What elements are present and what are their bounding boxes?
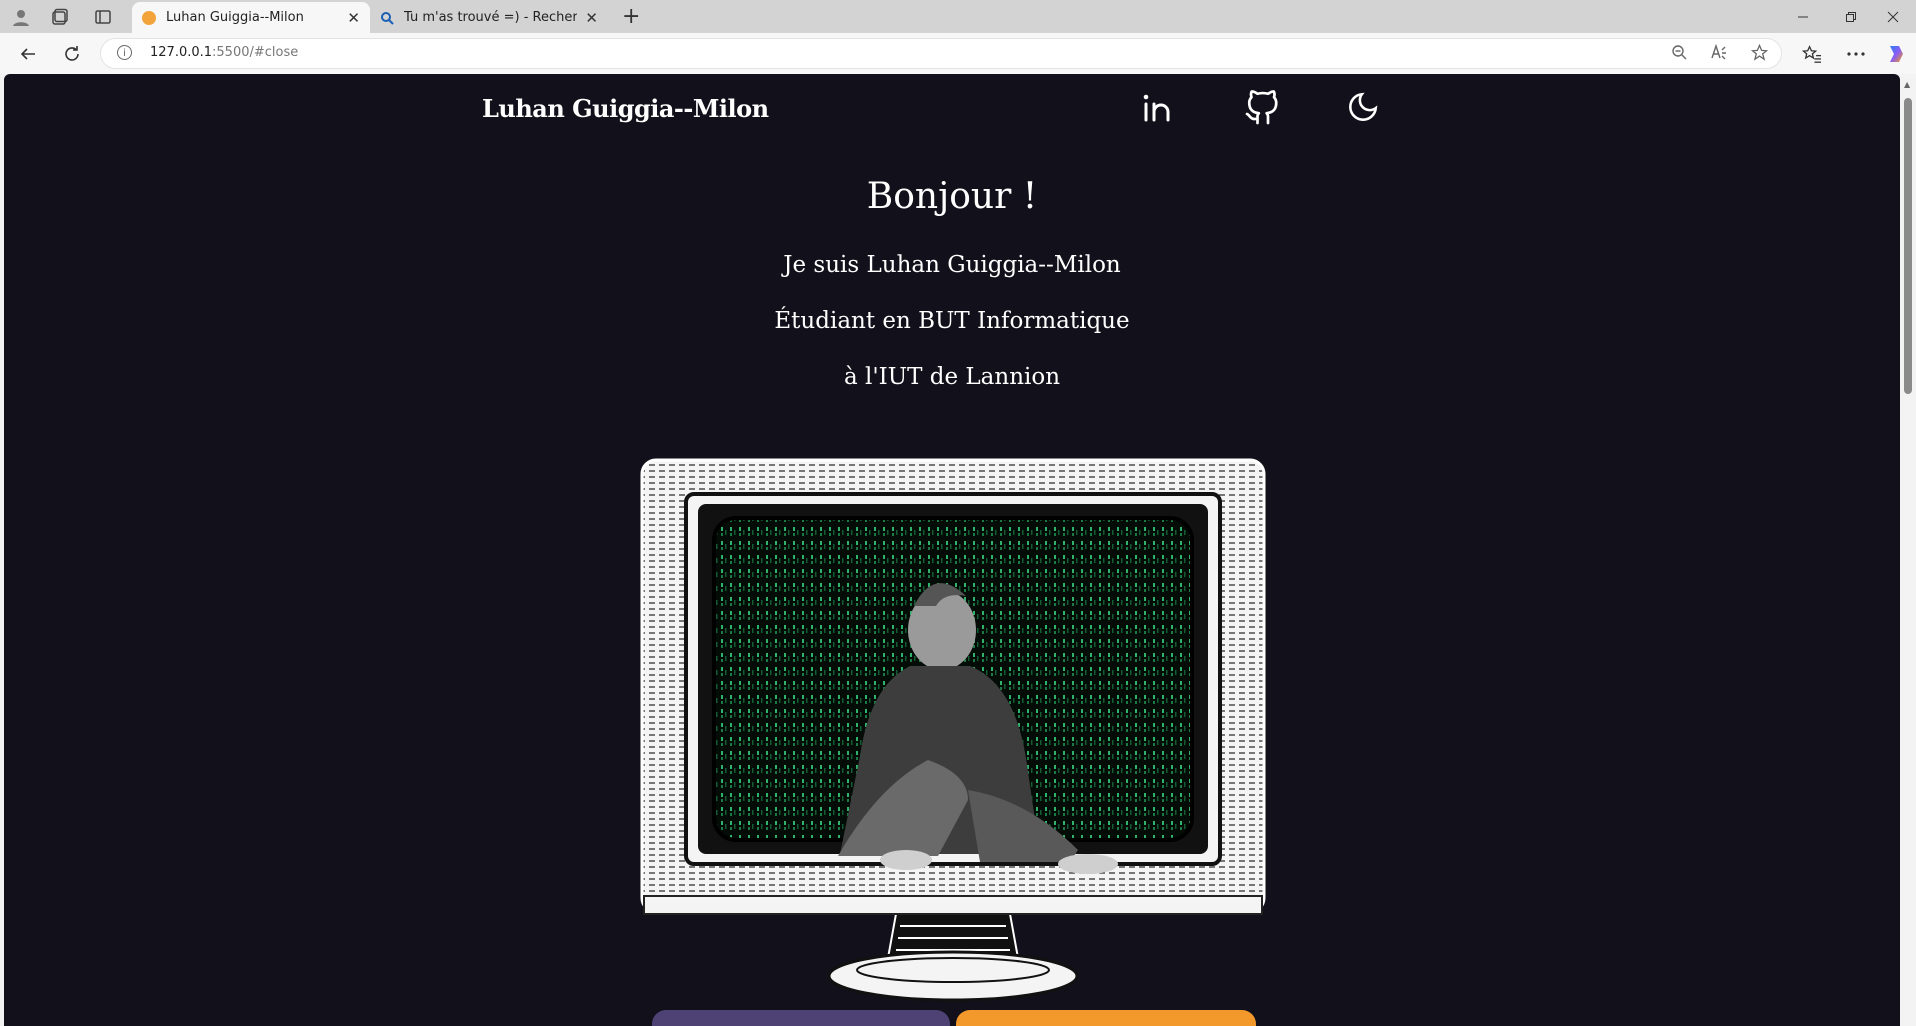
address-bar[interactable]: i 127.0.0.1:5500/#close [100, 38, 1782, 69]
site-favicon [142, 10, 156, 25]
more-options-icon[interactable] [1842, 41, 1870, 67]
copilot-icon[interactable] [1882, 41, 1910, 67]
tab-search[interactable]: Tu m'as trouvé =) - Recherche ✕ [370, 2, 608, 33]
hero-school: à l'IUT de Lannion [843, 364, 1061, 390]
close-tab-icon[interactable]: ✕ [585, 9, 598, 27]
tab-portfolio[interactable]: Luhan Guiggia--Milon ✕ [132, 2, 370, 33]
back-icon[interactable] [14, 41, 42, 67]
site-brand[interactable]: Luhan Guiggia--Milon [482, 94, 769, 123]
github-icon[interactable] [1244, 90, 1280, 126]
web-page: Luhan Guiggia--Milon Bonjour ! Je suis L… [4, 74, 1900, 1026]
read-aloud-icon[interactable] [1711, 43, 1729, 64]
hero-title: Bonjour ! [866, 176, 1038, 217]
url-path: :5500/#close [212, 45, 299, 60]
new-tab-button[interactable]: + [622, 4, 640, 30]
minimize-icon[interactable] [1780, 0, 1826, 33]
tab-title: Luhan Guiggia--Milon [166, 10, 304, 25]
close-window-icon[interactable] [1870, 0, 1916, 33]
workspaces-icon[interactable] [46, 4, 76, 30]
moon-icon[interactable] [1346, 90, 1382, 126]
linkedin-icon[interactable] [1140, 90, 1176, 126]
primary-button[interactable] [652, 1010, 950, 1026]
url-host: 127.0.0.1 [150, 45, 213, 60]
tab-actions-icon[interactable] [88, 4, 118, 30]
site-info-icon[interactable]: i [117, 45, 132, 60]
hero-study: Étudiant en BUT Informatique [774, 308, 1130, 334]
scroll-up-icon[interactable]: ▲ [1904, 80, 1910, 89]
browser-tab-strip: Luhan Guiggia--Milon ✕ Tu m'as trouvé =)… [0, 0, 1916, 33]
secondary-button[interactable] [956, 1010, 1256, 1026]
restore-icon[interactable] [1828, 0, 1874, 33]
hero-intro: Je suis Luhan Guiggia--Milon [783, 252, 1121, 278]
search-favicon [380, 11, 394, 25]
retro-monitor-illustration [638, 456, 1268, 1008]
tab-title: Tu m'as trouvé =) - Recherche [404, 10, 578, 25]
scrollbar-thumb[interactable] [1904, 98, 1912, 394]
refresh-icon[interactable] [58, 41, 86, 67]
favorites-icon[interactable] [1798, 41, 1826, 67]
browser-toolbar: i 127.0.0.1:5500/#close [0, 33, 1916, 74]
page-scrollbar[interactable]: ▲ [1900, 74, 1916, 1026]
profile-icon[interactable] [6, 4, 36, 30]
zoom-out-icon[interactable] [1671, 44, 1687, 64]
favorite-star-icon[interactable] [1750, 43, 1769, 65]
url-text[interactable]: 127.0.0.1:5500/#close [150, 45, 298, 60]
close-tab-icon[interactable]: ✕ [347, 9, 360, 27]
